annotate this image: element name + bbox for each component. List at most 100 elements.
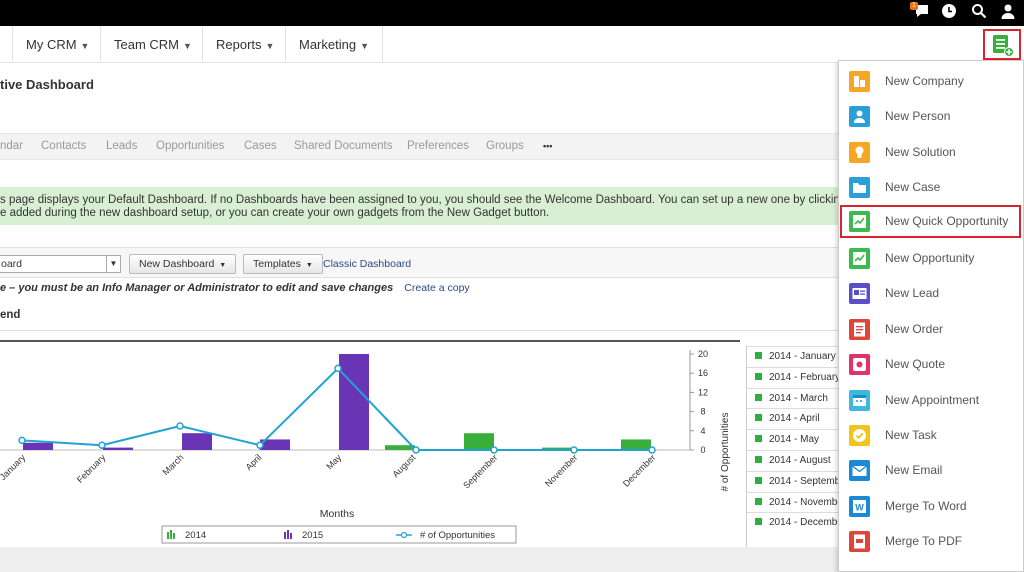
menu-item-new-order[interactable]: New Order bbox=[840, 313, 1021, 346]
nav-team-crm[interactable]: Team CRM ▼ bbox=[100, 26, 205, 63]
menu-item-new-company[interactable]: New Company bbox=[840, 65, 1021, 98]
legend-list-label: 2014 - September bbox=[769, 475, 841, 487]
more-tabs-button[interactable]: ••• bbox=[543, 141, 552, 151]
menu-item-new-person[interactable]: New Person bbox=[840, 100, 1021, 133]
legend-bar-icon bbox=[170, 530, 172, 539]
classic-dashboard-link[interactable]: Classic Dashboard bbox=[323, 258, 411, 270]
menu-item-merge-to-word[interactable]: W Merge To Word bbox=[840, 490, 1021, 523]
chevron-down-icon: ▼ bbox=[265, 41, 275, 51]
y-tick-label: 0 bbox=[700, 445, 705, 455]
clock-icon[interactable] bbox=[939, 3, 959, 23]
menu-item-new-email[interactable]: New Email bbox=[840, 454, 1021, 487]
tab-preferences[interactable]: Preferences bbox=[407, 140, 469, 152]
menu-item-new-appointment[interactable]: New Appointment bbox=[840, 384, 1021, 417]
main-nav: My CRM ▼ Team CRM ▼ Reports ▼ Marketing ▼ bbox=[0, 26, 1024, 63]
point-opportunities bbox=[176, 422, 184, 430]
user-icon[interactable] bbox=[998, 3, 1018, 23]
menu-item-label: New Email bbox=[885, 463, 943, 478]
x-tick-label: May bbox=[324, 452, 343, 471]
y-axis-label: # of Opportunities bbox=[720, 413, 731, 492]
search-icon[interactable] bbox=[969, 3, 989, 23]
opportunity-icon bbox=[849, 248, 870, 269]
bar-2014-december bbox=[621, 439, 651, 450]
quote-icon bbox=[849, 354, 870, 376]
nav-label: Reports bbox=[216, 37, 262, 52]
tab-contacts[interactable]: Contacts bbox=[41, 140, 86, 152]
menu-item-new-lead[interactable]: New Lead bbox=[840, 277, 1021, 310]
menu-item-label: Merge To Word bbox=[885, 498, 967, 513]
bar-2015-january bbox=[23, 442, 53, 450]
y-tick-label: 4 bbox=[700, 426, 705, 436]
nav-marketing[interactable]: Marketing ▼ bbox=[285, 26, 383, 63]
x-tick-label: December bbox=[621, 452, 657, 488]
legend-bar-icon bbox=[167, 532, 169, 539]
chevron-down-icon: ▼ bbox=[106, 256, 120, 272]
dashboard-select[interactable]: oard ▼ bbox=[0, 255, 121, 273]
menu-item-new-quote[interactable]: New Quote bbox=[840, 348, 1021, 381]
menu-item-label: New Quick Opportunity bbox=[885, 213, 1009, 228]
point-opportunities bbox=[98, 441, 106, 449]
create-copy-link[interactable]: Create a copy bbox=[404, 282, 469, 294]
dashboard-toolbar: oard ▼ New Dashboard ▼ Templates ▼ Classic… bbox=[0, 247, 840, 278]
point-opportunities bbox=[412, 446, 420, 454]
tab-groups[interactable]: Groups bbox=[486, 140, 524, 152]
menu-item-label: New Solution bbox=[885, 144, 956, 159]
footer-strip bbox=[0, 547, 840, 572]
add-new-button[interactable] bbox=[983, 29, 1021, 60]
page-title: tive Dashboard bbox=[0, 77, 94, 92]
info-line-1: s page displays your Default Dashboard. … bbox=[0, 194, 840, 206]
menu-item-new-quick-opportunity[interactable]: New Quick Opportunity bbox=[840, 204, 1021, 238]
legend-swatch bbox=[755, 414, 762, 422]
y-tick-label: 8 bbox=[700, 407, 705, 417]
legend-list-item: 2014 - March bbox=[747, 387, 841, 409]
legend-label-opportunities: # of Opportunities bbox=[420, 530, 495, 541]
sub-tabs: ndar Contacts Leads Opportunities Cases … bbox=[0, 133, 840, 160]
nav-my-crm[interactable]: My CRM ▼ bbox=[12, 26, 102, 63]
new-record-menu: New Company New Person New Solution New Cas… bbox=[838, 60, 1024, 572]
templates-button[interactable]: Templates ▼ bbox=[243, 254, 323, 274]
tab-calendar[interactable]: ndar bbox=[0, 140, 23, 152]
permission-notice: e – you must be an Info Manager or Admin… bbox=[0, 282, 470, 294]
task-icon bbox=[849, 425, 870, 446]
x-tick-label: November bbox=[543, 452, 579, 488]
chevron-down-icon: ▼ bbox=[183, 41, 192, 51]
legend-list-item: 2014 - January bbox=[747, 346, 841, 367]
menu-item-label: New Task bbox=[885, 428, 937, 442]
person-icon bbox=[849, 106, 870, 128]
lead-icon bbox=[849, 283, 870, 305]
legend-bar-icon bbox=[290, 533, 292, 539]
appointment-icon bbox=[849, 389, 870, 411]
chevron-down-icon: ▼ bbox=[80, 41, 90, 51]
opportunities-chart: 0 4 8 12 16 20 # of Opportunities January Februa… bbox=[0, 349, 731, 544]
menu-item-new-task[interactable]: New Task bbox=[840, 419, 1021, 452]
tab-opportunities[interactable]: Opportunities bbox=[156, 140, 224, 152]
tab-cases[interactable]: Cases bbox=[244, 140, 277, 152]
legend-label-2014: 2014 bbox=[185, 530, 206, 541]
x-tick-label: March bbox=[161, 452, 186, 477]
legend-list-item: 2014 - May bbox=[747, 429, 841, 450]
menu-item-label: New Company bbox=[885, 74, 964, 88]
quick-opportunity-icon bbox=[849, 210, 870, 232]
menu-item-new-case[interactable]: New Case bbox=[840, 171, 1021, 204]
legend-list-label: 2014 - January bbox=[769, 351, 836, 362]
bar-2015-march bbox=[182, 433, 212, 450]
tab-shared-documents[interactable]: Shared Documents bbox=[294, 140, 392, 152]
new-dashboard-button[interactable]: New Dashboard ▼ bbox=[129, 254, 237, 274]
chat-notification-icon[interactable]: 1 bbox=[910, 2, 932, 23]
menu-item-new-solution[interactable]: New Solution bbox=[840, 136, 1021, 169]
legend-swatch bbox=[755, 435, 762, 443]
word-icon: W bbox=[849, 495, 870, 517]
x-axis-label: Months bbox=[320, 508, 354, 520]
legend-swatch bbox=[755, 352, 762, 359]
tab-leads[interactable]: Leads bbox=[106, 140, 137, 152]
menu-item-merge-to-pdf[interactable]: Merge To PDF bbox=[840, 525, 1021, 558]
legend-bar-icon bbox=[284, 532, 286, 539]
bar-2014-september bbox=[464, 433, 494, 450]
legend-list-label: 2014 - November bbox=[769, 496, 841, 508]
menu-item-new-opportunity[interactable]: New Opportunity bbox=[840, 242, 1021, 275]
x-tick-label: February bbox=[75, 452, 108, 485]
y-tick-label: 12 bbox=[698, 387, 708, 397]
point-opportunities bbox=[256, 441, 264, 449]
y-tick-label: 20 bbox=[698, 349, 708, 359]
nav-reports[interactable]: Reports ▼ bbox=[202, 26, 287, 63]
